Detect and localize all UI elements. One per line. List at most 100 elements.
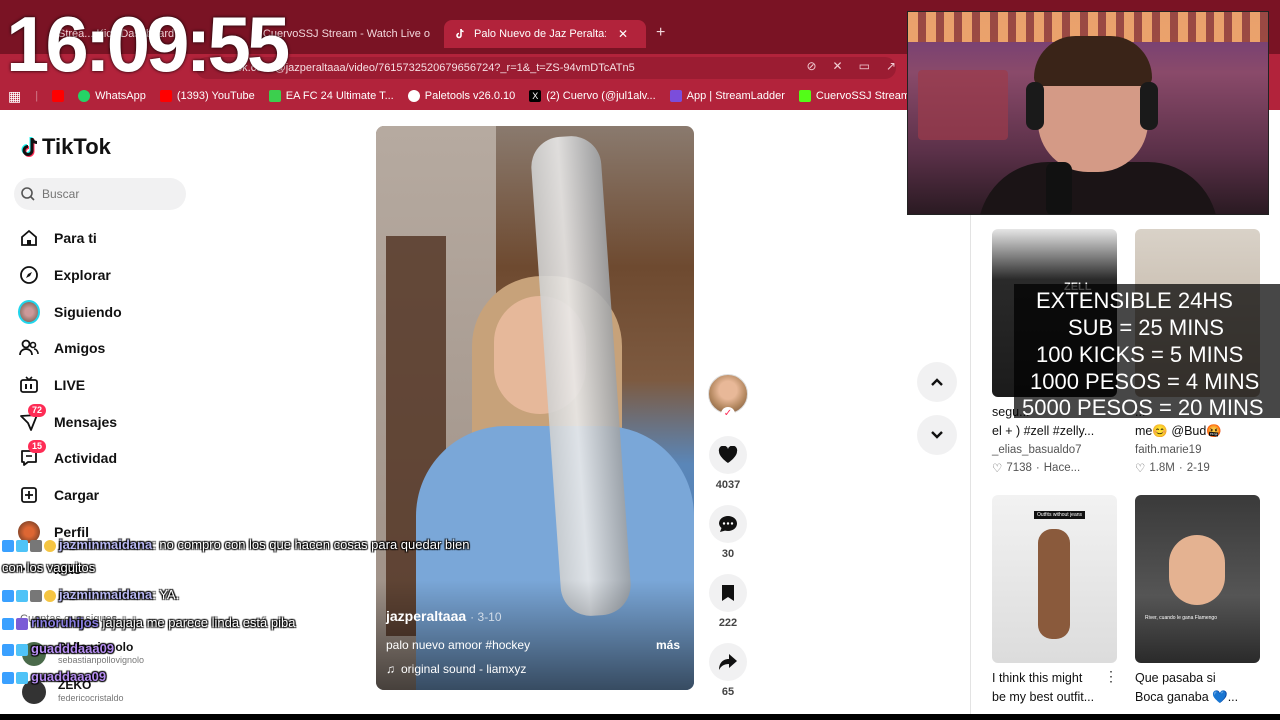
nav-item-actividad[interactable]: 15 Actividad <box>18 440 122 477</box>
mute-icon[interactable]: ✕ <box>833 59 843 73</box>
bottom-black-bar <box>0 714 1280 720</box>
title-line: el + ) #zell #zelly... <box>992 424 1095 438</box>
chat-text: : YA. <box>152 587 180 602</box>
comment-button[interactable] <box>709 505 747 543</box>
compass-icon <box>18 264 40 286</box>
messages-badge: 72 <box>28 403 47 417</box>
related-video-thumbnail[interactable]: Outfits without jeans <box>992 495 1117 663</box>
share-button[interactable] <box>709 643 747 681</box>
previous-video-button[interactable] <box>917 362 957 402</box>
new-tab-icon[interactable]: + <box>656 24 665 42</box>
related-video-title[interactable]: Que pasaba si Boca ganaba 💙... <box>1135 669 1260 707</box>
video-date: 3-10 <box>477 610 502 624</box>
nav-item-live[interactable]: LIVE <box>18 367 122 404</box>
address-bar-icons: ⊘ ✕ ▭ ↗ <box>806 59 896 73</box>
video-author[interactable]: jazperaltaaa · 3-10 <box>386 608 502 624</box>
share-arrow-icon <box>719 654 737 670</box>
save-button[interactable] <box>709 574 747 612</box>
overlay-line: 5000 PESOS = 20 MINS <box>1022 395 1264 420</box>
eye-off-icon[interactable]: ⊘ <box>806 59 816 73</box>
following-handle: sebastianpollovignolo <box>58 655 145 665</box>
bookmark-item[interactable]: X (2) Cuervo (@jul1alv... <box>529 90 656 102</box>
following-avatar-icon <box>18 299 40 324</box>
overlay-line: 100 KICKS = 5 MINS <box>1036 342 1244 367</box>
bookmark-item[interactable]: EA FC 24 Ultimate T... <box>268 90 394 102</box>
chat-text: jajajaja me parece linda está piba <box>98 615 296 630</box>
nav-label: Para ti <box>54 230 97 247</box>
activity-icon: 15 <box>18 440 47 469</box>
chat-badges <box>2 539 56 552</box>
nav-item-mensajes[interactable]: 72 Mensajes <box>18 403 122 440</box>
video-sound[interactable]: ♫ original sound - liamxyz <box>386 662 526 676</box>
activity-badge: 15 <box>28 440 47 454</box>
tiktok-logo[interactable]: TikTok <box>20 134 111 160</box>
chevron-down-icon <box>931 431 943 439</box>
video-more-link[interactable]: más <box>656 638 680 652</box>
bookmark-item[interactable]: App | StreamLadder <box>669 90 785 102</box>
bookmark-label: (1393) YouTube <box>176 90 255 102</box>
heart-icon <box>718 446 738 463</box>
share-icon[interactable]: ↗ <box>886 59 896 73</box>
nav-item-siguiendo[interactable]: Siguiendo <box>18 293 122 330</box>
like-button[interactable] <box>709 436 747 474</box>
comment-icon <box>719 516 737 532</box>
related-video-thumbnail[interactable]: River, cuando le gana Flamengo <box>1135 495 1260 663</box>
url-input[interactable]: tiktok.com/@jazperaltaaa/video/761573252… <box>196 57 896 79</box>
check-icon[interactable]: ✓ <box>721 407 735 421</box>
youtube-icon <box>52 90 65 102</box>
thumbnail-figure <box>1169 535 1225 605</box>
title-line: be my best outfit... <box>992 690 1095 704</box>
bookmark-label: (2) Cuervo (@jul1alv... <box>546 90 656 102</box>
bookmark-icon <box>722 585 734 601</box>
friends-icon <box>18 337 40 359</box>
nav-item-explorar[interactable]: Explorar <box>18 257 122 294</box>
music-note-icon: ♫ <box>386 662 395 676</box>
search-input[interactable] <box>42 187 172 201</box>
tiktok-icon <box>454 28 466 40</box>
bookmark-item[interactable]: Paletools v26.0.10 <box>407 90 516 102</box>
nav-item-para-ti[interactable]: Para ti <box>18 220 122 257</box>
cast-icon[interactable]: ▭ <box>859 59 870 73</box>
related-video-user[interactable]: faith.marie19 <box>1135 444 1201 456</box>
chat-message: rinoruhijos jajajaja me parece linda est… <box>2 615 295 630</box>
bookmark-label: Paletools v26.0.10 <box>424 90 516 102</box>
close-tab-icon[interactable]: ✕ <box>618 27 628 41</box>
chat-message: guadddaaa09 <box>2 641 114 656</box>
tab-tiktok-video[interactable]: Palo Nuevo de Jaz Peralta: Vic ✕ <box>444 20 646 48</box>
whatsapp-icon <box>78 90 91 102</box>
headset-right <box>1140 82 1158 130</box>
nav-label: Cargar <box>54 487 100 504</box>
youtube-icon <box>159 90 172 102</box>
related-video-title[interactable]: I think this might be my best outfit... <box>992 669 1117 707</box>
bookmark-youtube-blank[interactable] <box>52 90 65 102</box>
video-player[interactable]: jazperaltaaa · 3-10 palo nuevo amoor #hoc… <box>376 126 694 690</box>
overlay-line: SUB = 25 MINS <box>1068 315 1224 340</box>
kick-icon <box>798 90 811 102</box>
nav-item-cargar[interactable]: Cargar <box>18 477 122 514</box>
overlay-line: 1000 PESOS = 4 MINS <box>1030 369 1260 394</box>
nav-label: Mensajes <box>54 413 118 430</box>
home-icon <box>18 227 40 249</box>
following-handle: federicocristaldo <box>58 693 124 703</box>
nav-item-amigos[interactable]: Amigos <box>18 330 122 367</box>
video-author-name: jazperaltaaa <box>386 608 467 624</box>
thumbnail-text: River, cuando le gana Flamengo <box>1145 615 1217 621</box>
next-video-button[interactable] <box>917 415 957 455</box>
related-video-user[interactable]: _elias_basualdo7 <box>992 444 1082 456</box>
chat-badges <box>2 589 56 602</box>
creator-avatar[interactable]: ✓ <box>708 374 748 421</box>
chat-message: jazminmaidana: YA. <box>2 587 179 602</box>
share-count: 65 <box>721 686 735 698</box>
title-line: Que pasaba si <box>1135 671 1216 685</box>
ea-icon <box>268 90 281 102</box>
bookmark-item[interactable]: WhatsApp <box>78 90 146 102</box>
thumbnail-text: Outfits without jeans <box>1034 511 1086 519</box>
apps-grid-icon[interactable]: ▦ <box>8 88 21 105</box>
title-line: me😊 @Bud🤬 <box>1135 424 1222 438</box>
more-options-icon[interactable]: ⋮ <box>1104 668 1118 685</box>
bookmark-item[interactable]: (1393) YouTube <box>159 90 255 102</box>
comment-count: 30 <box>721 548 735 560</box>
tab-label: CuervoSSJ Stream - Watch Live o <box>262 28 430 40</box>
search-box[interactable] <box>14 178 186 210</box>
video-description: palo nuevo amoor #hockey <box>386 638 531 652</box>
